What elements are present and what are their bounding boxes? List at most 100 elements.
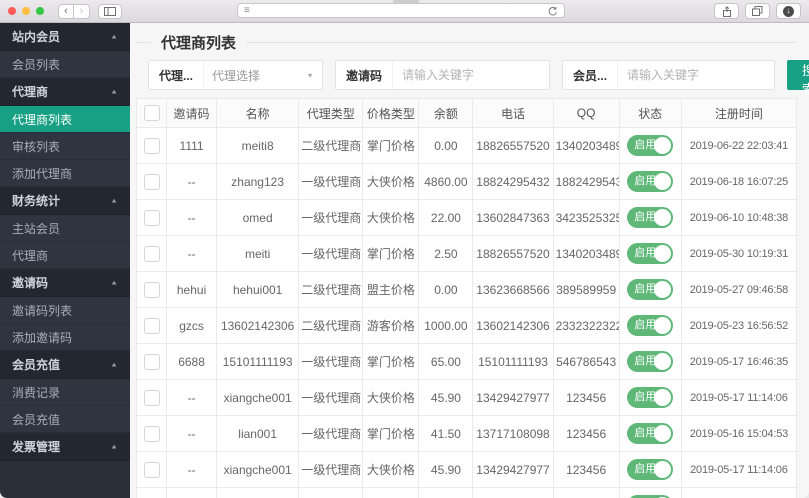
- column-header: 注册时间: [681, 99, 796, 128]
- status-toggle[interactable]: 启用: [627, 279, 673, 300]
- search-button[interactable]: 搜索: [787, 60, 809, 90]
- row-checkbox[interactable]: [144, 210, 160, 226]
- agent-table: 邀请码名称代理类型价格类型余额电话QQ状态注册时间 1111meiti8二级代理…: [136, 98, 797, 498]
- cell-invite: gzcs: [167, 308, 217, 344]
- member-input[interactable]: [617, 61, 774, 89]
- row-checkbox-cell: [137, 272, 167, 308]
- cell-name: lian001: [217, 488, 299, 498]
- status-toggle-label: 启用: [634, 464, 656, 475]
- cell-price_type: 大侠价格: [363, 380, 419, 416]
- row-checkbox[interactable]: [144, 426, 160, 442]
- cell-status: 启用: [619, 488, 681, 498]
- sidebar-item[interactable]: 审核列表: [0, 133, 130, 160]
- sidebar-section-header[interactable]: 代理商▲: [0, 78, 130, 106]
- status-toggle[interactable]: 启用: [627, 135, 673, 156]
- agent-select[interactable]: 代理选择 ▼: [203, 61, 322, 89]
- cell-phone: 15101111193: [473, 344, 553, 380]
- status-toggle-label: 启用: [634, 284, 656, 295]
- column-header: 名称: [217, 99, 299, 128]
- sidebar-section-header[interactable]: 站内会员▲: [0, 23, 130, 51]
- maximize-window-button[interactable]: [36, 7, 44, 15]
- agent-filter-label: 代理...: [149, 61, 203, 89]
- row-checkbox[interactable]: [144, 462, 160, 478]
- downloads-button[interactable]: ↓: [776, 3, 801, 19]
- cell-register-time: 2019-05-27 09:46:58: [681, 272, 796, 308]
- row-checkbox-cell: [137, 452, 167, 488]
- cell-phone: 13717108098: [473, 488, 553, 498]
- row-checkbox-cell: [137, 308, 167, 344]
- invite-code-input[interactable]: [392, 61, 549, 89]
- sidebar-item[interactable]: 会员列表: [0, 51, 130, 78]
- toggle-knob-icon: [654, 389, 671, 406]
- sidebar-section-label: 会员充值: [12, 356, 60, 373]
- row-checkbox[interactable]: [144, 246, 160, 262]
- sidebar-item[interactable]: 邀请码列表: [0, 297, 130, 324]
- share-button[interactable]: [714, 3, 739, 19]
- cell-invite: --: [167, 200, 217, 236]
- column-header: 价格类型: [363, 99, 419, 128]
- cell-balance: 1000.00: [419, 308, 473, 344]
- table-row: gzcs13602142306二级代理商游客价格1000.00136021423…: [137, 308, 797, 344]
- cell-price_type: 大侠价格: [363, 452, 419, 488]
- sidebar-section-header[interactable]: 邀请码▲: [0, 269, 130, 297]
- row-checkbox[interactable]: [144, 354, 160, 370]
- status-toggle[interactable]: 启用: [627, 387, 673, 408]
- table-row: --meiti一级代理商掌门价格2.5018826557520134020348…: [137, 236, 797, 272]
- table-body: 1111meiti8二级代理商掌门价格0.0018826557520134020…: [137, 128, 797, 498]
- row-checkbox[interactable]: [144, 318, 160, 334]
- row-checkbox-cell: [137, 200, 167, 236]
- cell-name: meiti: [217, 236, 299, 272]
- sidebar-section-header[interactable]: 会员充值▲: [0, 351, 130, 379]
- cell-agent_type: 二级代理商: [299, 128, 363, 164]
- status-toggle[interactable]: 启用: [627, 243, 673, 264]
- sidebar-item[interactable]: 主站会员: [0, 215, 130, 242]
- refresh-icon[interactable]: [548, 6, 558, 16]
- cell-invite: 1111: [167, 128, 217, 164]
- chrome-right-buttons: ↓: [714, 3, 801, 19]
- cell-invite: --: [167, 488, 217, 498]
- sidebar-item[interactable]: 代理商: [0, 242, 130, 269]
- row-checkbox[interactable]: [144, 282, 160, 298]
- reader-mode-icon[interactable]: ≡: [244, 6, 250, 16]
- cell-phone: 13602142306: [473, 308, 553, 344]
- minimize-window-button[interactable]: [22, 7, 30, 15]
- agent-select-value: 代理选择: [212, 67, 260, 84]
- chevron-down-icon: ▼: [306, 71, 314, 78]
- sidebar-section-header[interactable]: 发票管理▲: [0, 433, 130, 461]
- tabs-overview-button[interactable]: [745, 3, 770, 19]
- sidebar-item[interactable]: 消费记录: [0, 379, 130, 406]
- status-toggle[interactable]: 启用: [627, 423, 673, 444]
- title-line-right: [246, 42, 797, 43]
- select-all-checkbox[interactable]: [144, 105, 160, 121]
- row-checkbox[interactable]: [144, 390, 160, 406]
- row-checkbox-cell: [137, 416, 167, 452]
- cell-phone: 13429427977: [473, 452, 553, 488]
- cell-register-time: 2019-05-17 11:14:06: [681, 452, 796, 488]
- sidebar-item[interactable]: 会员充值: [0, 406, 130, 433]
- sidebar-item[interactable]: 代理商列表: [0, 106, 130, 133]
- close-window-button[interactable]: [8, 7, 16, 15]
- back-button[interactable]: ‹: [58, 4, 74, 19]
- cell-register-time: 2019-05-17 11:14:06: [681, 380, 796, 416]
- agent-table-wrap: 邀请码名称代理类型价格类型余额电话QQ状态注册时间 1111meiti8二级代理…: [136, 98, 797, 498]
- sidebar-toggle-button[interactable]: [98, 4, 122, 19]
- sidebar-item[interactable]: 添加代理商: [0, 160, 130, 187]
- status-toggle[interactable]: 启用: [627, 351, 673, 372]
- sidebar-section-header[interactable]: 财务统计▲: [0, 187, 130, 215]
- member-filter-group: 会员...: [562, 60, 775, 90]
- sidebar-item[interactable]: 添加邀请码: [0, 324, 130, 351]
- status-toggle[interactable]: 启用: [627, 459, 673, 480]
- column-header: 电话: [473, 99, 553, 128]
- cell-balance: 65.00: [419, 344, 473, 380]
- sidebar-section-label: 站内会员: [12, 28, 60, 45]
- row-checkbox[interactable]: [144, 138, 160, 154]
- collapse-arrow-icon: ▲: [110, 443, 118, 450]
- address-bar[interactable]: ≡: [237, 3, 565, 18]
- status-toggle[interactable]: 启用: [627, 315, 673, 336]
- cell-balance: 41.50: [419, 488, 473, 498]
- status-toggle[interactable]: 启用: [627, 171, 673, 192]
- forward-button[interactable]: ›: [74, 4, 90, 19]
- cell-qq: 546786543: [553, 344, 619, 380]
- status-toggle[interactable]: 启用: [627, 207, 673, 228]
- row-checkbox[interactable]: [144, 174, 160, 190]
